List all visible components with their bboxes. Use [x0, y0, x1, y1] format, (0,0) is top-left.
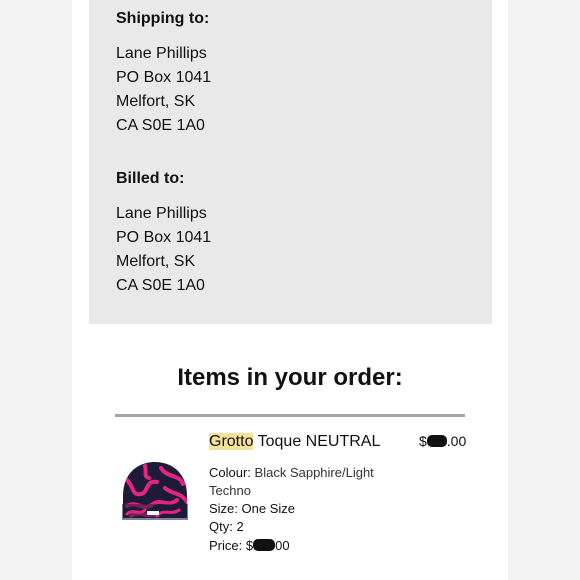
- redacted-price-mark: [426, 435, 447, 447]
- divider: [115, 414, 465, 417]
- billing-postal: CA S0E 1A0: [116, 277, 205, 294]
- billing-label: Billed to:: [116, 170, 185, 187]
- billing-city: Melfort, SK: [116, 253, 196, 270]
- shipping-label: Shipping to:: [116, 10, 210, 27]
- colour-label: Colour:: [209, 465, 251, 480]
- size-value: One Size: [241, 501, 296, 516]
- line-price-label: Price:: [209, 538, 243, 553]
- toque-beanie-image: [117, 456, 193, 532]
- items-heading: Items in your order:: [177, 364, 403, 391]
- qty-row: Qty: 2: [209, 518, 244, 536]
- redacted-line-price-mark: [253, 539, 276, 551]
- shipping-postal: CA S0E 1A0: [116, 117, 205, 134]
- shipping-address-line: PO Box 1041: [116, 69, 212, 86]
- product-price: $ .00: [419, 433, 466, 449]
- product-title[interactable]: Grotto Toque NEUTRAL: [209, 431, 380, 453]
- price-suffix: .00: [446, 433, 467, 449]
- qty-value: 2: [236, 519, 244, 534]
- line-price-suffix: 00: [275, 538, 290, 553]
- shipping-name: Lane Phillips: [116, 45, 207, 62]
- line-price-prefix: $: [245, 538, 254, 553]
- colour-row-cont: Techno: [209, 482, 251, 500]
- colour-row: Colour: Black Sapphire/Light: [209, 464, 374, 482]
- price-prefix: $: [419, 433, 427, 449]
- qty-label: Qty:: [209, 519, 233, 534]
- product-brand: Grotto: [209, 433, 254, 450]
- price-row: Price: $00: [209, 537, 290, 555]
- size-label: Size:: [209, 501, 238, 516]
- colour-value-cont: Techno: [209, 483, 251, 498]
- colour-value: Black Sapphire/Light: [254, 465, 374, 480]
- shipping-city: Melfort, SK: [116, 93, 196, 110]
- size-row: Size: One Size: [209, 500, 295, 518]
- billing-address-line: PO Box 1041: [116, 229, 212, 246]
- billing-name: Lane Phillips: [116, 205, 207, 222]
- product-name: Toque NEUTRAL: [253, 433, 381, 450]
